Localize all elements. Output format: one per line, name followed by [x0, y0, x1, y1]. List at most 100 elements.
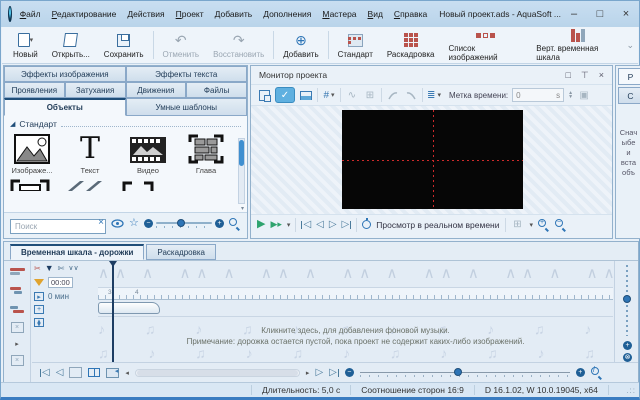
layout-icon[interactable] [299, 87, 313, 103]
timestamp-field[interactable]: 0 s [512, 88, 564, 102]
tab-storyboard[interactable]: Раскадровка [146, 244, 216, 260]
keyframe-prev-icon[interactable] [386, 87, 400, 103]
motion-path-icon[interactable]: ∿ [345, 87, 359, 103]
view-vertical-timeline-button[interactable]: Верт. временная шкала [529, 27, 626, 63]
menu-view[interactable]: Вид [368, 9, 383, 19]
chapter-block[interactable] [98, 302, 160, 314]
objects-scrollbar[interactable]: ▾ [238, 138, 245, 204]
menu-add[interactable]: Добавить [215, 9, 253, 19]
snap-grid-icon[interactable]: ⊞ [511, 217, 525, 233]
magnifier-icon[interactable] [229, 218, 241, 230]
frame-object-icon[interactable] [118, 179, 158, 191]
preview-zoom-out-icon[interactable]: − [555, 219, 567, 231]
collage-object-icon[interactable] [10, 179, 50, 191]
vertical-zoom-in-icon[interactable]: + [623, 341, 632, 350]
keyframe-next-icon[interactable] [404, 87, 418, 103]
menu-file[interactable]: Файл [20, 9, 41, 19]
timeline-prev-icon[interactable]: ◁ [56, 368, 64, 378]
save-timestamp-icon[interactable]: ▣ [577, 87, 591, 103]
tab-properties-clipped[interactable]: Р [618, 68, 640, 85]
scissors-icon[interactable]: ✄ [58, 264, 65, 273]
vertical-zoom-reset-icon[interactable]: ⊗ [623, 353, 632, 362]
zoom-next-icon[interactable]: ▷ [329, 368, 339, 378]
storyboard-rows-icon[interactable] [10, 265, 25, 277]
minimize-button[interactable]: – [561, 3, 587, 25]
skip-end-icon[interactable]: ▷ [342, 220, 352, 230]
redo-button[interactable]: ↷ Восстановить [206, 27, 271, 63]
scrollbar-thumb[interactable] [239, 140, 244, 166]
add-button[interactable]: ⊕ Добавить [276, 27, 325, 63]
object-chapter[interactable]: Глава [184, 132, 228, 175]
zoom-out-icon[interactable]: − [144, 219, 153, 228]
clear-search-icon[interactable]: × [98, 217, 104, 228]
zoom-reset-magnifier-icon[interactable] [591, 367, 603, 379]
menu-wizards[interactable]: Мастера [322, 9, 356, 19]
zoom-in-icon[interactable]: + [215, 219, 224, 228]
playhead[interactable] [112, 261, 114, 362]
book-icon[interactable] [88, 368, 100, 377]
preview-zoom-in-icon[interactable]: + [538, 219, 550, 231]
timeline-zoom-slider[interactable] [360, 368, 570, 378]
timeline-zoom-handle[interactable] [454, 368, 462, 376]
menu-actions[interactable]: Действия [127, 9, 164, 19]
pen-object-icon[interactable] [64, 179, 104, 191]
realtime-preview-label[interactable]: Просмотр в реальном времени [376, 220, 499, 230]
image-nav-icon[interactable] [106, 368, 119, 378]
search-input[interactable] [10, 219, 106, 234]
toolbar-overflow-icon[interactable]: ⌄ [626, 40, 638, 51]
object-image[interactable]: Изображе... [10, 132, 54, 175]
playhead-flag-icon[interactable]: ▼ [45, 263, 54, 273]
image-track[interactable]: ∧∧ ∧ ∧∧ ∧ ∧∧ ∧ ∧∧ ∧ ∧∧ ∧ ∧∧ ∧ ∧∧ ∧ [98, 261, 613, 287]
tab-text-effects[interactable]: Эффекты текста [126, 66, 248, 82]
timeline-scrollbar-thumb[interactable] [137, 370, 298, 376]
menu-edit[interactable]: Редактирование [52, 9, 117, 19]
filter-funnel-icon[interactable] [34, 279, 44, 286]
timeline-ruler[interactable]: 3 4 [98, 287, 613, 300]
view-standard-button[interactable]: Стандарт [331, 27, 380, 63]
section-standard[interactable]: ◢ Стандарт [4, 116, 247, 130]
collapse-tracks-icon[interactable]: ∨∨ [68, 264, 78, 272]
timeline-fit-icon[interactable] [69, 367, 82, 378]
prev-frame-icon[interactable]: ◁ [316, 220, 324, 230]
monitor-maximize-icon[interactable]: □ [565, 70, 570, 81]
table-icon[interactable]: ⊞ [363, 87, 377, 103]
zoom-prev-icon[interactable]: ▷ [315, 368, 323, 378]
fit-all-icon[interactable]: × [11, 355, 24, 366]
skip-start-icon[interactable]: ◁ [301, 220, 311, 230]
track-play-icon[interactable]: ▸ [34, 292, 44, 301]
tracks-icon[interactable] [10, 284, 25, 296]
tab-second-clipped[interactable]: С [618, 87, 640, 104]
save-button[interactable]: Сохранить [97, 27, 151, 63]
zoom-slider-handle[interactable] [177, 219, 185, 227]
new-button[interactable]: ▾ Новый [6, 27, 45, 63]
next-frame-icon[interactable]: ▷ [329, 220, 337, 230]
timeline-scrollbar[interactable] [135, 369, 300, 377]
play-from-here-icon[interactable]: ▶▸ [270, 220, 281, 229]
chapter-track[interactable] [98, 300, 613, 316]
tab-motion[interactable]: Движения [126, 82, 187, 98]
monitor-close-icon[interactable]: × [599, 70, 604, 81]
timeline-skip-start-icon[interactable]: ◁ [40, 368, 50, 378]
duplicate-plus-icon[interactable]: + [34, 305, 44, 314]
vertical-zoom-handle[interactable] [623, 295, 631, 303]
scroll-right-icon[interactable]: ▸ [306, 369, 310, 377]
tab-fade-in[interactable]: Проявления [4, 82, 65, 98]
preview-screen[interactable] [342, 110, 523, 209]
resize-grip[interactable]: .:: [626, 386, 636, 395]
object-video[interactable]: Видео [126, 132, 170, 175]
undo-button[interactable]: ↶ Отменить [156, 27, 207, 63]
close-button[interactable]: × [613, 3, 639, 25]
music-track[interactable]: ♪ ♫ ♪ ♫ ♪ ♫ ♪ ♫ ♪ ♫ ♪ ♫ ♪♫ ♪ ♫ ♪ ♫ ♪ ♫ ♪… [98, 316, 613, 362]
view-imagelist-button[interactable]: Список изображений [441, 27, 529, 63]
open-button[interactable]: Открыть... [45, 27, 97, 63]
view-storyboard-button[interactable]: Раскадровка [380, 27, 442, 63]
scroll-down-icon[interactable]: ▾ [239, 205, 246, 212]
scroll-left-icon[interactable]: ◂ [125, 369, 129, 377]
menu-project[interactable]: Проект [176, 9, 204, 19]
list-options-icon[interactable]: ≣▾ [427, 87, 441, 103]
fit-selection-icon[interactable]: × [11, 322, 24, 333]
snap-options-caret-icon[interactable]: ▾ [530, 221, 534, 229]
timeline-zoom-out-icon[interactable]: − [345, 368, 354, 377]
monitor-pin-icon[interactable]: ⊤ [581, 70, 589, 81]
object-text[interactable]: T Текст [68, 132, 112, 175]
